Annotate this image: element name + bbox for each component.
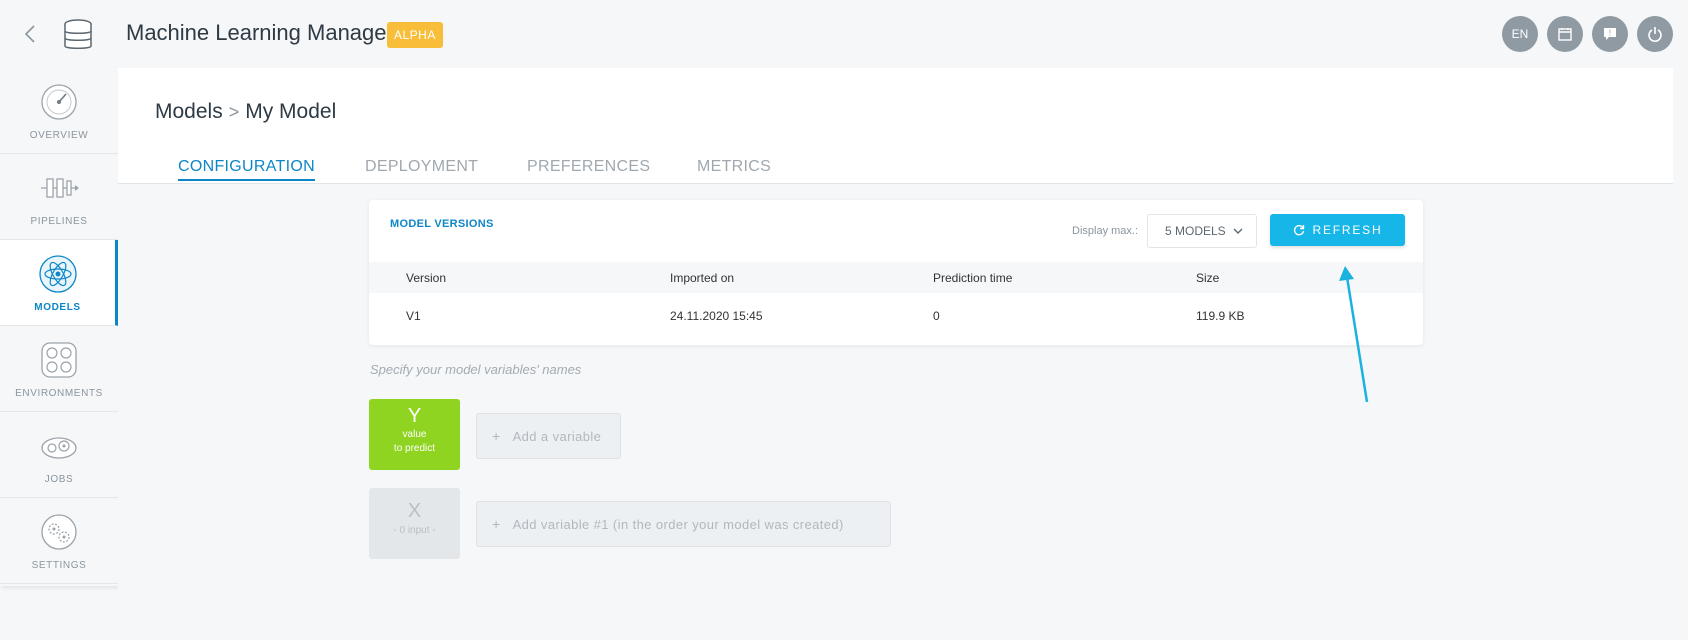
database-icon [64,19,92,49]
top-bar: Machine Learning Manager ALPHA EN ! [0,0,1688,68]
sidebar-item-label: JOBS [44,474,74,485]
display-max-label: Display max.: [1072,225,1139,237]
tab-deployment[interactable]: DEPLOYMENT [365,158,478,176]
column-header: Imported on [670,270,735,285]
x-input-count: - 0 input - [393,525,436,536]
calendar-button[interactable] [1547,16,1583,52]
plus-icon: + [492,516,501,532]
alpha-badge: ALPHA [387,22,443,48]
page-header: Models > My Model CONFIGURATION DEPLOYME… [118,68,1673,184]
sidebar-item-label: SETTINGS [31,560,87,571]
refresh-icon [1293,225,1304,236]
tab-configuration[interactable]: CONFIGURATION [178,158,315,181]
sidebar-item-label: ENVIRONMENTS [15,388,103,399]
add-y-variable-label: Add a variable [512,428,602,444]
card-title: MODEL VERSIONS [390,218,494,230]
add-x-variable-button[interactable]: + Add variable #1 (in the order your mod… [476,501,891,547]
y-variable-card: Y value to predict [369,399,460,470]
refresh-button[interactable]: REFRESH [1270,214,1405,246]
x-variable-card: X - 0 input - [369,488,460,559]
add-y-variable-button[interactable]: + Add a variable [476,413,621,459]
chevron-down-icon [1233,228,1243,234]
breadcrumb: Models > My Model [155,100,336,124]
breadcrumb-models-link[interactable]: Models [155,100,223,124]
feedback-button[interactable]: ! [1592,16,1628,52]
power-icon [1648,27,1662,42]
display-max-select[interactable]: 5 MODELS [1147,214,1257,248]
sidebar-item-environments[interactable]: ENVIRONMENTS [0,326,118,412]
logout-button[interactable] [1637,16,1673,52]
sidebar: OVERVIEW PIPELINES MODELS ENVIRONMENTS J… [0,68,118,586]
prediction-time-cell: 0 [933,309,940,323]
language-button[interactable]: EN [1502,16,1538,52]
display-max-value: 5 MODELS [1165,224,1226,238]
gears-icon [41,437,77,459]
tab-metrics[interactable]: METRICS [697,158,771,176]
imported-on-cell: 24.11.2020 15:45 [670,309,763,323]
main-content: Models > My Model CONFIGURATION DEPLOYME… [118,68,1673,640]
sidebar-item-models[interactable]: MODELS [0,240,118,326]
sidebar-item-jobs[interactable]: JOBS [0,412,118,498]
sidebar-item-label: OVERVIEW [29,130,89,141]
chevron-right-icon: > [228,101,240,122]
add-x-variable-label: Add variable #1 (in the order your model… [512,516,844,532]
refresh-label: REFRESH [1312,223,1383,237]
y-line1: value [402,429,427,440]
app-title: Machine Learning Manager [126,20,394,45]
table-row[interactable]: V1 24.11.2020 15:45 0 119.9 KB [369,293,1423,339]
table-header: Version Imported on Prediction time Size [369,262,1423,293]
cogs-icon [41,514,77,550]
size-cell: 119.9 KB [1196,309,1245,323]
back-arrow-icon[interactable] [20,22,42,46]
column-header: Version [406,270,447,285]
plus-icon: + [492,428,501,444]
breadcrumb-current: My Model [245,100,337,123]
tab-preferences[interactable]: PREFERENCES [527,158,650,176]
variables-hint: Specify your model variables' names [370,362,582,377]
sidebar-item-settings[interactable]: SETTINGS [0,498,118,584]
column-header: Size [1196,270,1220,285]
svg-text:!: ! [1609,29,1611,38]
column-header: Prediction time [933,270,1013,285]
sidebar-item-pipelines[interactable]: PIPELINES [0,154,118,240]
pipeline-icon [41,178,79,198]
model-versions-card: MODEL VERSIONS Display max.: 5 MODELS RE… [369,200,1423,345]
sidebar-item-label: MODELS [34,302,81,313]
language-label: EN [1511,27,1529,41]
atom-icon [38,255,77,293]
y-letter: Y [407,405,422,427]
sidebar-item-overview[interactable]: OVERVIEW [0,68,118,154]
sidebar-item-label: PIPELINES [30,216,88,227]
y-line2: to predict [393,443,436,454]
calendar-icon [1558,28,1572,41]
x-letter: X [407,500,422,522]
version-cell: V1 [406,309,421,323]
chat-help-icon: ! [1604,28,1616,40]
network-icon [41,342,77,378]
gauge-icon [41,84,77,120]
